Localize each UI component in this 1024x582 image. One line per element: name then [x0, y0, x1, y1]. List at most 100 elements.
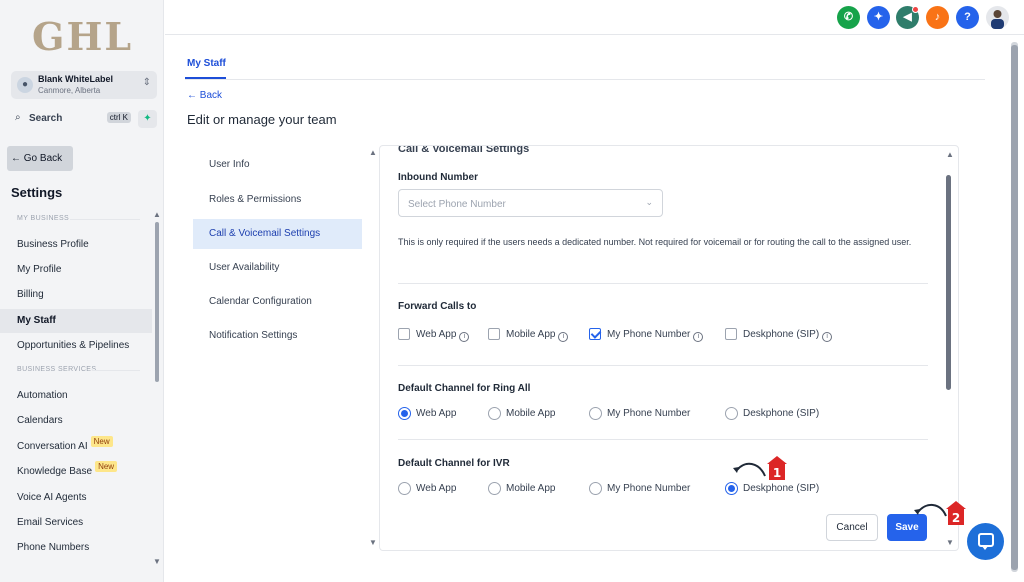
radio[interactable]	[488, 482, 501, 495]
chevron-updown-icon: ⇕	[142, 77, 151, 88]
search-label: Search	[29, 113, 63, 124]
sidebar-scrollbar[interactable]	[155, 222, 159, 382]
info-icon[interactable]: i	[693, 332, 704, 342]
radio-selected[interactable]	[725, 482, 738, 495]
sidebar-item-label: Knowledge Base	[17, 466, 93, 477]
tab-notification-settings[interactable]: Notification Settings	[193, 321, 362, 351]
radio[interactable]	[589, 482, 602, 495]
option-label: Web App	[416, 329, 457, 340]
ivr-web-app-radio[interactable]: Web App	[398, 482, 456, 496]
tab-user-info[interactable]: User Info	[193, 150, 362, 180]
sidebar-item-email-services[interactable]: Email Services	[0, 511, 152, 535]
section-my-business: MY BUSINESS	[17, 215, 70, 222]
ring-all-mobile-app-radio[interactable]: Mobile App	[488, 407, 555, 421]
ivr-deskphone-radio[interactable]: Deskphone (SIP)	[725, 482, 819, 496]
radio[interactable]	[725, 407, 738, 420]
ivr-mobile-app-radio[interactable]: Mobile App	[488, 482, 555, 496]
forward-deskphone-checkbox[interactable]: Deskphone (SIP) i	[725, 328, 833, 342]
ring-all-label: Default Channel for Ring All	[398, 383, 531, 394]
help-icon[interactable]: ?	[956, 6, 979, 29]
sidebar-item-opportunities[interactable]: Opportunities & Pipelines	[0, 334, 152, 358]
section-business-services: BUSINESS SERVICES	[17, 366, 97, 373]
option-label: Web App	[416, 408, 457, 419]
radio[interactable]	[398, 482, 411, 495]
scroll-down-icon[interactable]: ▼	[369, 538, 377, 547]
scroll-down-icon[interactable]: ▼	[946, 538, 954, 547]
chat-widget-button[interactable]	[967, 523, 1004, 560]
info-icon[interactable]: i	[558, 332, 569, 342]
scroll-down-icon[interactable]: ▼	[153, 557, 161, 566]
checkbox-checked[interactable]	[589, 328, 601, 340]
radio[interactable]	[589, 407, 602, 420]
ring-all-my-phone-number-radio[interactable]: My Phone Number	[589, 407, 690, 421]
scroll-up-icon[interactable]: ▲	[153, 210, 161, 219]
scroll-up-icon[interactable]: ▲	[369, 148, 377, 157]
option-label: Deskphone (SIP)	[743, 483, 820, 494]
tab-calendar-configuration[interactable]: Calendar Configuration	[193, 287, 362, 317]
sidebar-item-phone-numbers[interactable]: Phone Numbers	[0, 536, 152, 560]
annotation-marker-icon	[767, 456, 787, 464]
user-icon: ●	[17, 77, 33, 93]
info-icon[interactable]: i	[459, 332, 470, 342]
phone-icon[interactable]: ✆	[837, 6, 860, 29]
call-voicemail-panel: Call & Voicemail Settings Inbound Number…	[379, 145, 959, 551]
checkbox[interactable]	[488, 328, 500, 340]
sidebar-item-my-staff[interactable]: My Staff	[0, 309, 152, 333]
page-title: Edit or manage your team	[187, 112, 337, 127]
account-switcher[interactable]: ● Blank WhiteLabel Canmore, Alberta ⇕	[11, 71, 157, 99]
sidebar-item-billing[interactable]: Billing	[0, 283, 152, 307]
scroll-up-icon[interactable]: ▲	[946, 150, 954, 159]
section-divider	[398, 283, 928, 284]
sidebar-item-knowledge-base[interactable]: Knowledge Base New	[0, 460, 152, 484]
annotation-arrow-icon	[733, 462, 766, 477]
radio[interactable]	[488, 407, 501, 420]
option-label: My Phone Number	[607, 483, 691, 494]
forward-calls-label: Forward Calls to	[398, 301, 477, 312]
sidebar-item-conversation-ai[interactable]: Conversation AI New	[0, 435, 152, 459]
inbound-number-label: Inbound Number	[398, 172, 478, 183]
sidebar-item-label: Conversation AI	[17, 441, 88, 452]
sidebar-item-my-profile[interactable]: My Profile	[0, 258, 152, 282]
annotation-step-2: 2	[948, 509, 964, 525]
info-icon[interactable]: i	[822, 332, 833, 342]
ivr-my-phone-number-radio[interactable]: My Phone Number	[589, 482, 690, 496]
sidebar-item-automation[interactable]: Automation	[0, 384, 152, 408]
tab-divider	[185, 79, 985, 80]
page-scrollbar-thumb[interactable]	[1011, 45, 1018, 570]
option-label: Mobile App	[506, 329, 556, 340]
sparkle-icon[interactable]: ✦	[138, 110, 157, 128]
ivr-label: Default Channel for IVR	[398, 458, 510, 469]
forward-web-app-checkbox[interactable]: Web App i	[398, 328, 470, 342]
tab-roles-permissions[interactable]: Roles & Permissions	[193, 185, 362, 215]
search-shortcut: ctrl K	[106, 112, 131, 123]
tab-call-voicemail-settings[interactable]: Call & Voicemail Settings	[193, 219, 362, 249]
back-link[interactable]: ← Back	[187, 90, 222, 101]
checkbox[interactable]	[725, 328, 737, 340]
option-label: My Phone Number	[607, 329, 691, 340]
sidebar-item-business-profile[interactable]: Business Profile	[0, 233, 152, 257]
radio-selected[interactable]	[398, 407, 411, 420]
go-back-label: Go Back	[23, 153, 63, 164]
launchpad-icon[interactable]: ✦	[867, 6, 890, 29]
cancel-button[interactable]: Cancel	[826, 514, 878, 541]
chat-icon-tail	[981, 545, 989, 550]
avatar[interactable]	[986, 6, 1009, 29]
panel-scrollbar[interactable]	[946, 175, 951, 390]
sidebar-item-calendars[interactable]: Calendars	[0, 409, 152, 433]
bell-icon[interactable]: ♪	[926, 6, 949, 29]
forward-my-phone-number-checkbox[interactable]: My Phone Number i	[589, 328, 704, 342]
tab-my-staff[interactable]: My Staff	[187, 58, 226, 69]
search-button[interactable]: ⌕ Search ctrl K	[11, 110, 133, 128]
section-divider	[398, 365, 928, 366]
account-name: Blank WhiteLabel	[38, 74, 114, 84]
inbound-number-select[interactable]: Select Phone Number ⌄	[398, 189, 663, 217]
new-badge: New	[90, 436, 113, 447]
ring-all-web-app-radio[interactable]: Web App	[398, 407, 456, 421]
brand-logo[interactable]: GHL	[32, 14, 133, 59]
tab-user-availability[interactable]: User Availability	[193, 253, 362, 283]
sidebar-item-voice-ai-agents[interactable]: Voice AI Agents	[0, 486, 152, 510]
ring-all-deskphone-radio[interactable]: Deskphone (SIP)	[725, 407, 819, 421]
checkbox[interactable]	[398, 328, 410, 340]
forward-mobile-app-checkbox[interactable]: Mobile App i	[488, 328, 569, 342]
go-back-button[interactable]: ← Go Back	[7, 146, 73, 171]
